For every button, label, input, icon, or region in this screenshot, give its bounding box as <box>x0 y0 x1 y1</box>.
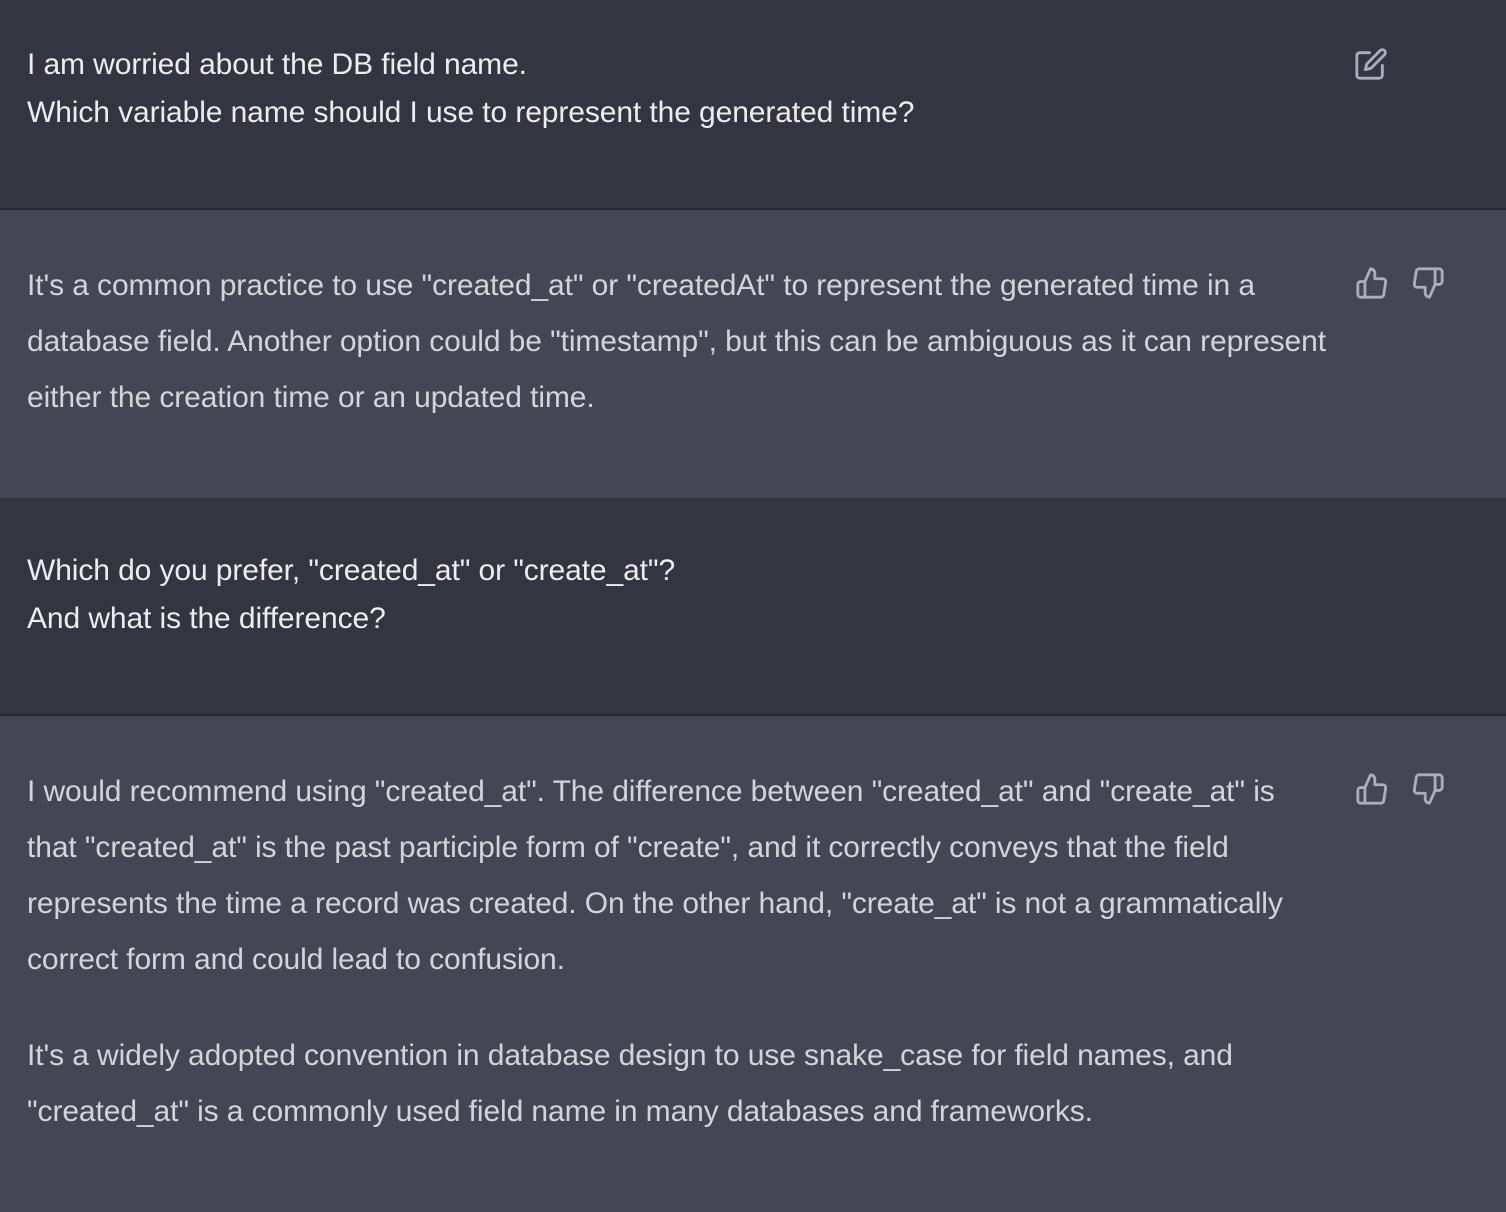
message-paragraph: It's a common practice to use "created_a… <box>27 269 1326 414</box>
user-message: I am worried about the DB field name. Wh… <box>0 0 1506 208</box>
thumbs-down-button[interactable] <box>1411 772 1445 806</box>
assistant-message: I would recommend using "created_at". Th… <box>0 716 1506 1212</box>
message-line: I am worried about the DB field name. <box>27 48 527 81</box>
thumbs-down-icon <box>1412 773 1444 805</box>
user-message-text: Which do you prefer, "created_at" or "cr… <box>27 547 675 643</box>
message-paragraph: I would recommend using "created_at". Th… <box>27 775 1283 976</box>
assistant-message: It's a common practice to use "created_a… <box>0 210 1506 498</box>
thumbs-up-button[interactable] <box>1355 772 1389 806</box>
assistant-message-text: I would recommend using "created_at". Th… <box>27 764 1327 1140</box>
chat-thread: I am worried about the DB field name. Wh… <box>0 0 1506 1212</box>
thumbs-up-icon <box>1356 773 1388 805</box>
message-line: Which variable name should I use to repr… <box>27 96 915 129</box>
thumbs-down-icon <box>1412 267 1444 299</box>
edit-message-button[interactable] <box>1354 47 1388 81</box>
assistant-message-text: It's a common practice to use "created_a… <box>27 258 1327 426</box>
message-line: And what is the difference? <box>27 602 386 635</box>
thumbs-up-icon <box>1356 267 1388 299</box>
thumbs-down-button[interactable] <box>1411 266 1445 300</box>
thumbs-up-button[interactable] <box>1355 266 1389 300</box>
message-line: Which do you prefer, "created_at" or "cr… <box>27 554 676 587</box>
message-paragraph: It's a widely adopted convention in data… <box>27 1039 1233 1128</box>
user-message-text: I am worried about the DB field name. Wh… <box>27 41 914 137</box>
user-message: Which do you prefer, "created_at" or "cr… <box>0 498 1506 714</box>
edit-icon <box>1355 48 1387 80</box>
